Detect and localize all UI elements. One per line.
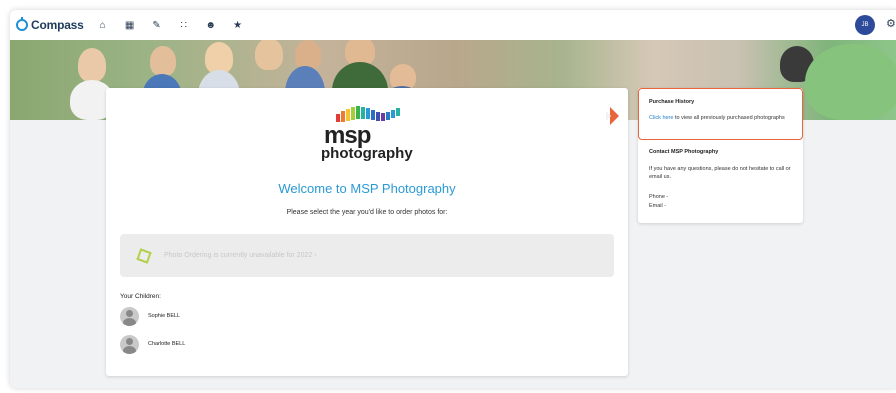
contact-email: Email -: [649, 203, 667, 209]
purchase-history-text: Click here to view all previously purcha…: [649, 114, 794, 122]
child-name: Charlotte BELL: [148, 341, 186, 347]
welcome-heading: Welcome to MSP Photography: [278, 181, 456, 196]
people-icon[interactable]: ☻: [200, 10, 222, 40]
child-item[interactable]: Charlotte BELL: [120, 333, 185, 355]
child-avatar-icon: [120, 306, 139, 326]
child-avatar-icon: [120, 334, 139, 354]
select-year-prompt: Please select the year you'd like to ord…: [286, 209, 448, 216]
msp-logo-subtitle: photography: [321, 145, 413, 162]
purchase-history-heading: Purchase History: [649, 99, 695, 105]
user-avatar[interactable]: JB: [855, 15, 875, 35]
nav-icons: ⌂ ▦ ✎ ∷ ☻ ★: [92, 10, 254, 40]
gear-icon[interactable]: ⚙: [886, 17, 896, 30]
purchase-history-link[interactable]: Click here: [649, 115, 673, 121]
child-item[interactable]: Sophie BELL: [120, 305, 180, 327]
top-navigation-bar: Compass ⌂ ▦ ✎ ∷ ☻ ★ JB ⚙: [10, 10, 896, 40]
grid-icon[interactable]: ∷: [173, 10, 195, 40]
app-name: Compass: [31, 18, 84, 32]
banner-photographer: [805, 44, 896, 120]
banner-child-figure: [255, 40, 283, 70]
compass-logo-icon: [16, 17, 28, 31]
photo-ordering-unavailable-text: Photo Ordering is currently unavailable …: [164, 252, 317, 259]
calendar-icon[interactable]: ▦: [119, 10, 141, 40]
square-outline-icon: [136, 247, 152, 264]
purchase-history-description: to view all previously purchased photogr…: [673, 115, 785, 121]
msp-photography-logo: msp photography: [321, 106, 414, 166]
banner-child-figure: [150, 46, 176, 76]
contact-text: If you have any questions, please do not…: [649, 166, 791, 180]
pencil-icon[interactable]: ✎: [146, 10, 168, 40]
arrow-right-icon: [606, 107, 619, 125]
contact-heading: Contact MSP Photography: [649, 149, 719, 155]
banner-child-figure: [78, 48, 106, 82]
home-icon[interactable]: ⌂: [92, 10, 114, 40]
compass-logo[interactable]: Compass: [16, 10, 84, 40]
app-window: Compass ⌂ ▦ ✎ ∷ ☻ ★ JB ⚙ msp photography…: [10, 10, 896, 388]
child-name: Sophie BELL: [148, 313, 181, 319]
main-content-card: msp photography Welcome to MSP Photograp…: [106, 88, 628, 376]
star-icon[interactable]: ★: [227, 10, 249, 40]
sidebar-card: Purchase History Click here to view all …: [638, 88, 803, 223]
photo-ordering-unavailable-banner: Photo Ordering is currently unavailable …: [120, 234, 614, 277]
your-children-label: Your Children:: [120, 293, 161, 300]
contact-phone: Phone -: [649, 194, 669, 200]
